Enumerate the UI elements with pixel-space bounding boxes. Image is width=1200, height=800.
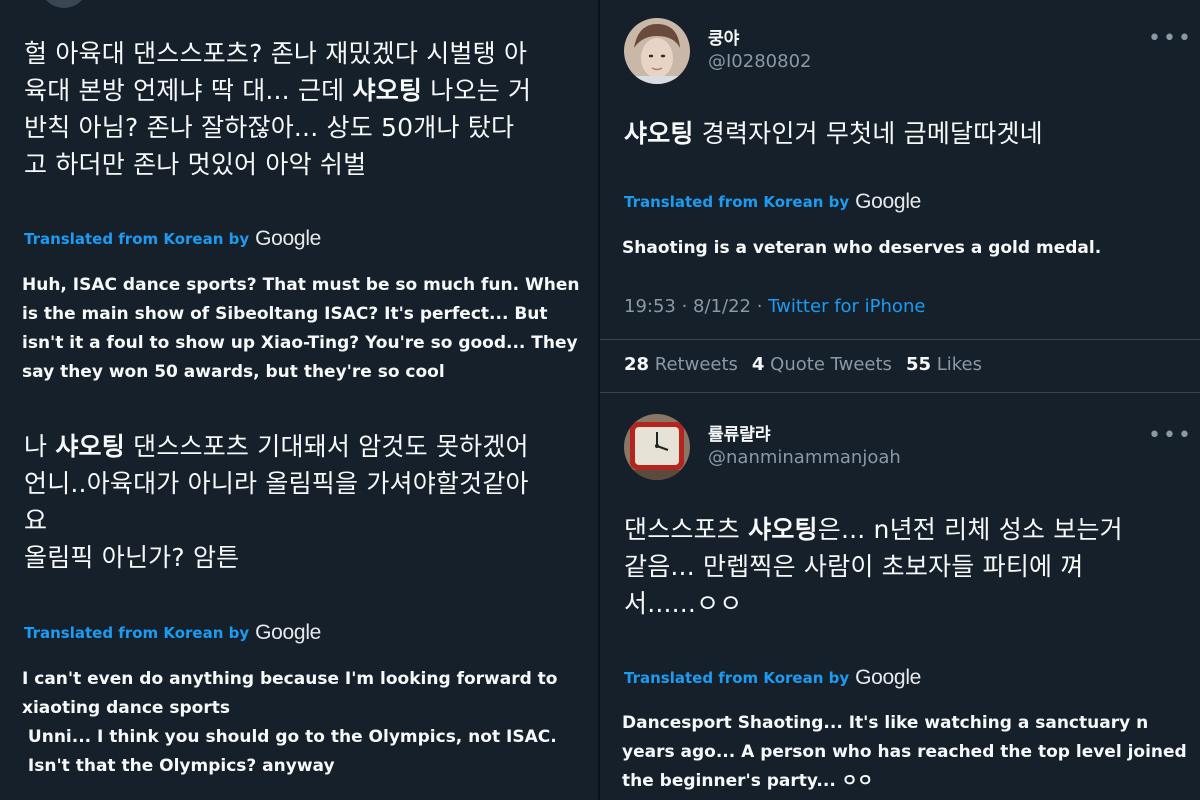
text-line: 육대 본방 언제냐 딱 대... 근데 샤오팅 나오는 거 (24, 72, 594, 109)
more-options-icon[interactable]: ••• (1148, 423, 1193, 448)
translated-attribution[interactable]: Translated from Korean by Google (624, 666, 921, 690)
text-segment: 육대 본방 언제냐 딱 대... 근데 (24, 76, 353, 105)
translated-attribution[interactable]: Translated from Korean by Google (24, 621, 321, 645)
text-line: 반칙 아님? 존나 잘하잖아... 상도 50개나 탔다 (24, 113, 515, 142)
text-line: 나 샤오팅 댄스스포츠 기대돼서 암것도 못하겠어 (24, 428, 594, 465)
translated-attribution[interactable]: Translated from Korean by Google (24, 227, 321, 251)
text-line: 댄스스포츠 샤오팅은... n년전 리체 성소 보는거 (624, 511, 1194, 548)
text-line: 고 하더만 존나 멋있어 아악 쉬벌 (24, 150, 367, 179)
text-line: 헐 아육대 댄스스포츠? 존나 재밌겠다 시벌탱 아 (24, 39, 528, 68)
text-segment: 경력자인거 무첫네 금메달따겟네 (693, 119, 1043, 148)
translated-attribution[interactable]: Translated from Korean by Google (624, 190, 921, 214)
avatar-image (624, 414, 690, 480)
translated-label[interactable]: Translated from Korean by (624, 669, 849, 687)
text-line: 언니..아육대가 아니라 올림픽을 가셔야할것같아 (24, 469, 529, 498)
likes-stat[interactable]: 55 Likes (906, 354, 982, 375)
user-info: 률류랼랴 @nanminammanjoah (708, 424, 901, 470)
retweets-stat[interactable]: 28 Retweets (624, 354, 738, 375)
tweet-korean-text: 댄스스포츠 샤오팅은... n년전 리체 성소 보는거 같음... 만렙찍은 사… (624, 511, 1194, 622)
highlight-word: 샤오팅 (624, 119, 694, 148)
text-line: the beginner's party... ㅇㅇ (622, 771, 873, 791)
text-line: 같음... 만렙찍은 사람이 초보자들 파티에 껴 (624, 552, 1084, 581)
likes-count: 55 (905, 354, 932, 375)
divider (600, 392, 1200, 393)
highlight-word: 샤오팅 (55, 432, 125, 461)
avatar[interactable] (624, 414, 690, 480)
avatar[interactable] (624, 18, 690, 84)
tweet-header: 률류랼랴 @nanminammanjoah (624, 414, 901, 480)
translated-text: Huh, ISAC dance sports? That must be so … (22, 271, 592, 387)
more-options-icon[interactable]: ••• (1148, 26, 1193, 51)
text-line: Dancesport Shaoting... It's like watchin… (622, 713, 1149, 733)
translated-label[interactable]: Translated from Korean by (624, 193, 849, 211)
google-logo: Google (855, 666, 922, 689)
text-segment: 나 (24, 432, 56, 461)
tweet-korean-text: 나 샤오팅 댄스스포츠 기대돼서 암것도 못하겠어 언니..아육대가 아니라 올… (24, 428, 594, 576)
text-segment: 은... n년전 리체 성소 보는거 (817, 515, 1123, 544)
user-handle[interactable]: @I0280802 (708, 50, 811, 74)
translated-text: I can't even do anything because I'm loo… (22, 665, 592, 781)
text-segment: 나오는 거 (422, 76, 532, 105)
text-line: say they won 50 awards, but they're so c… (22, 362, 445, 382)
google-logo: Google (255, 227, 322, 250)
translated-text: Dancesport Shaoting... It's like watchin… (622, 709, 1192, 796)
translated-text: Shaoting is a veteran who deserves a gol… (622, 238, 1102, 258)
user-info: 쿵야 @I0280802 (708, 28, 811, 74)
text-line: isn't it a foul to show up Xiao-Ting? Yo… (22, 333, 578, 353)
tweet-stats: 28 Retweets 4 Quote Tweets 55 Likes (624, 354, 982, 375)
text-line: 올림픽 아닌가? 암튼 (24, 543, 240, 572)
tweet-timestamp[interactable]: 19:53 · 8/1/22 · (624, 296, 768, 317)
tweet-meta: 19:53 · 8/1/22 · Twitter for iPhone (624, 296, 925, 317)
text-line: years ago... A person who has reached th… (622, 742, 1187, 762)
left-column: 헐 아육대 댄스스포츠? 존나 재밌겠다 시벌탱 아 육대 본방 언제냐 딱 대… (0, 0, 598, 800)
translated-label[interactable]: Translated from Korean by (24, 624, 249, 642)
retweets-count: 28 (624, 354, 650, 375)
text-line: Unni... I think you should go to the Oly… (22, 727, 557, 747)
avatar-image (624, 18, 690, 84)
text-line: I can't even do anything because I'm loo… (22, 669, 558, 689)
text-line: 서......ㅇㅇ (624, 589, 743, 618)
text-line: Isn't that the Olympics? anyway (22, 756, 335, 776)
display-name[interactable]: 쿵야 (708, 28, 811, 50)
display-name[interactable]: 률류랼랴 (708, 424, 901, 446)
text-segment: 댄스스포츠 기대돼서 암것도 못하겠어 (124, 432, 529, 461)
divider (600, 339, 1200, 340)
quotes-count: 4 (751, 354, 765, 375)
text-segment: 댄스스포츠 (624, 515, 749, 544)
translated-label[interactable]: Translated from Korean by (24, 230, 249, 248)
avatar (40, 0, 88, 8)
highlight-word: 샤오팅 (748, 515, 818, 544)
tweet-korean-text: 샤오팅 경력자인거 무첫네 금메달따겟네 (624, 115, 1184, 152)
likes-label: Likes (931, 354, 983, 375)
tweet-source-link[interactable]: Twitter for iPhone (768, 296, 925, 317)
tweet-korean-text: 헐 아육대 댄스스포츠? 존나 재밌겠다 시벌탱 아 육대 본방 언제냐 딱 대… (24, 35, 594, 183)
text-line: is the main show of Sibeoltang ISAC? It'… (22, 304, 548, 324)
google-logo: Google (255, 621, 322, 644)
quotes-label: Quote Tweets (764, 354, 892, 375)
retweets-label: Retweets (649, 354, 738, 375)
user-handle[interactable]: @nanminammanjoah (708, 446, 901, 470)
tweet-header: 쿵야 @I0280802 (624, 18, 811, 84)
text-line: xiaoting dance sports (22, 698, 230, 718)
right-column: 쿵야 @I0280802 ••• 샤오팅 경력자인거 무첫네 금메달따겟네 Tr… (600, 0, 1200, 800)
text-line: Huh, ISAC dance sports? That must be so … (22, 275, 580, 295)
text-line: 요 (24, 506, 48, 535)
highlight-word: 샤오팅 (352, 76, 423, 105)
quote-tweets-stat[interactable]: 4 Quote Tweets (752, 354, 892, 375)
google-logo: Google (855, 190, 922, 213)
